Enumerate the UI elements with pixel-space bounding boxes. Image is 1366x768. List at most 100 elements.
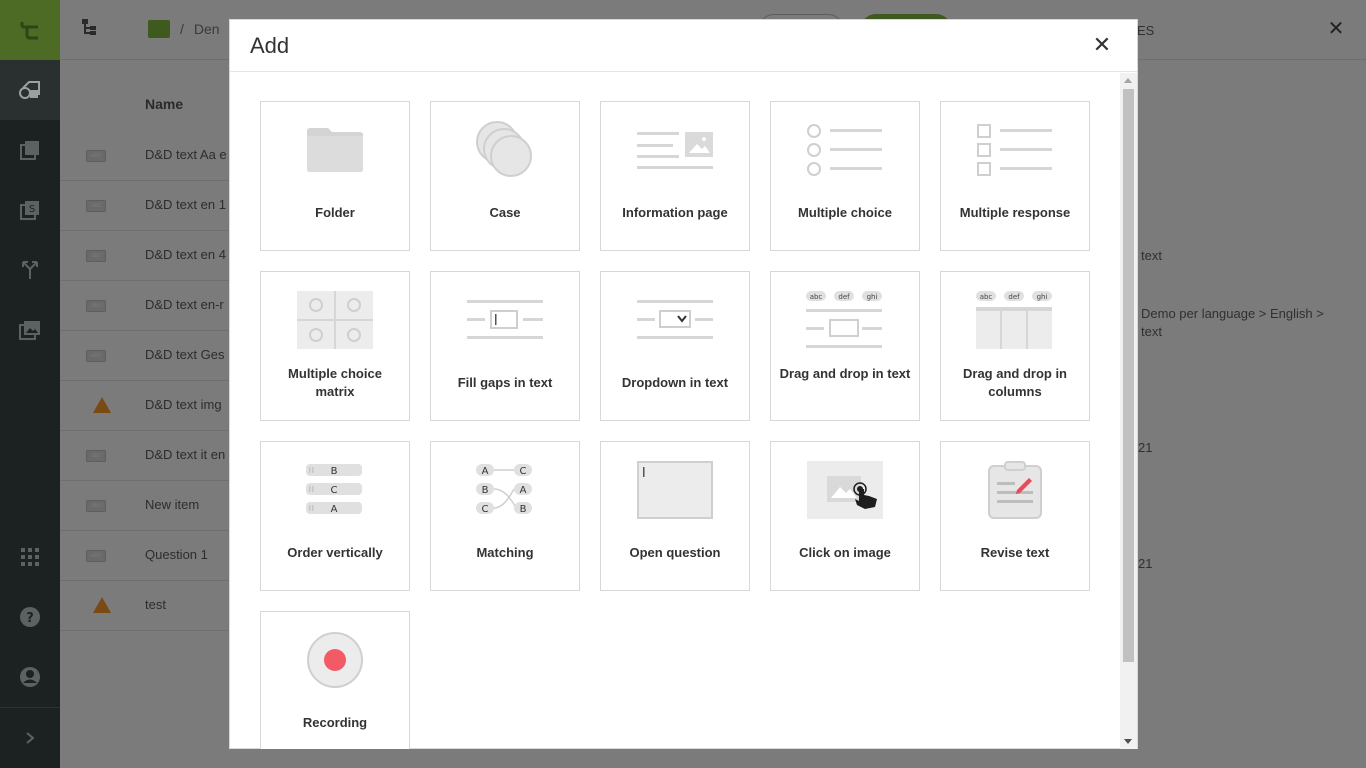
tile-click-on-image[interactable]: Click on image bbox=[770, 441, 920, 591]
information-page-icon bbox=[601, 118, 749, 182]
table-row[interactable]: abc D&D text it en bbox=[60, 431, 230, 481]
tile-open-question[interactable]: Open question bbox=[600, 441, 750, 591]
help-icon: ? bbox=[20, 607, 40, 627]
sidebar-item-tests[interactable] bbox=[0, 120, 60, 180]
tile-dropdown-in-text[interactable]: Dropdown in text bbox=[600, 271, 750, 421]
dropdown-in-text-icon bbox=[601, 288, 749, 352]
tile-label: Multiple response bbox=[959, 205, 1071, 220]
row-label: D&D text Ges bbox=[145, 347, 225, 362]
table-row[interactable]: abc Question 1 bbox=[60, 531, 230, 581]
tile-multiple-choice-matrix[interactable]: Multiple choice matrix bbox=[260, 271, 410, 421]
drag-drop-columns-icon: abc def ghi bbox=[941, 288, 1089, 352]
user-icon bbox=[20, 667, 40, 687]
token-text: ghi bbox=[867, 293, 878, 301]
table-row[interactable]: abc New item bbox=[60, 481, 230, 531]
column-header-name[interactable]: Name bbox=[145, 96, 183, 112]
text-item-icon: abc bbox=[86, 150, 106, 162]
token-text: ghi bbox=[1037, 293, 1048, 301]
tile-multiple-choice[interactable]: Multiple choice bbox=[770, 101, 920, 251]
table-row[interactable]: abc D&D text en-r bbox=[60, 281, 230, 331]
revise-text-icon bbox=[941, 458, 1089, 522]
tests-icon bbox=[20, 141, 39, 160]
tile-label: Drag and drop in text bbox=[779, 366, 911, 381]
sidebar-item-help[interactable]: ? bbox=[0, 587, 60, 647]
match-left: C bbox=[482, 504, 489, 515]
breadcrumb: / Den bbox=[148, 20, 220, 38]
table-row[interactable]: D&D text img bbox=[60, 381, 230, 431]
sidebar-expand[interactable] bbox=[0, 707, 60, 768]
tile-matching[interactable]: A B C C A B Matching bbox=[430, 441, 580, 591]
scroll-down-arrow[interactable] bbox=[1124, 739, 1132, 744]
folder-icon[interactable] bbox=[148, 20, 170, 38]
table-row[interactable]: test bbox=[60, 581, 230, 631]
sidebar-item-sessions[interactable]: S bbox=[0, 180, 60, 240]
svg-text:?: ? bbox=[26, 611, 34, 626]
tile-label: Click on image bbox=[799, 545, 891, 560]
dialog-scrollbar[interactable] bbox=[1120, 73, 1137, 749]
order-item: B bbox=[331, 466, 338, 477]
svg-text:S: S bbox=[29, 204, 35, 215]
token-text: abc bbox=[980, 293, 993, 301]
text-item-icon: abc bbox=[86, 500, 106, 512]
scroll-up-arrow[interactable] bbox=[1124, 78, 1132, 83]
tile-fill-gaps[interactable]: Fill gaps in text bbox=[430, 271, 580, 421]
tile-label: Matching bbox=[476, 545, 534, 560]
multiple-choice-matrix-icon bbox=[261, 288, 409, 352]
tile-case[interactable]: Case bbox=[430, 101, 580, 251]
tile-label: Fill gaps in text bbox=[457, 375, 553, 390]
tile-recording[interactable]: Recording bbox=[260, 611, 410, 749]
add-dialog: Add ✕ Folder Case Information page Multi… bbox=[229, 19, 1138, 749]
warning-icon bbox=[93, 597, 111, 613]
close-icon[interactable]: ✕ bbox=[1326, 19, 1346, 39]
breadcrumb-folder-name[interactable]: Den bbox=[194, 21, 220, 37]
right-panel-path-line2: text bbox=[1141, 324, 1162, 339]
routes-icon bbox=[22, 261, 38, 279]
order-item: C bbox=[331, 485, 338, 496]
right-panel-fragment: text bbox=[1141, 248, 1162, 263]
match-right: C bbox=[520, 466, 527, 477]
sidebar-item-routes[interactable] bbox=[0, 240, 60, 300]
text-item-icon: abc bbox=[86, 200, 106, 212]
row-label: D&D text en 1 bbox=[145, 197, 226, 212]
tile-label: Revise text bbox=[980, 545, 1050, 560]
token-text: def bbox=[1008, 293, 1020, 301]
tile-label: Multiple choice bbox=[798, 205, 892, 220]
tile-multiple-response[interactable]: Multiple response bbox=[940, 101, 1090, 251]
tile-label: Folder bbox=[315, 205, 355, 220]
sidebar-item-account[interactable] bbox=[0, 647, 60, 707]
right-panel-heading: ES bbox=[1137, 23, 1155, 38]
multiple-choice-icon bbox=[771, 118, 919, 182]
tile-label: Drag and drop in columns bbox=[963, 366, 1067, 399]
text-item-icon: abc bbox=[86, 450, 106, 462]
table-row[interactable]: abc D&D text Ges bbox=[60, 331, 230, 381]
table-row[interactable]: abc D&D text Aa e bbox=[60, 131, 230, 181]
close-button[interactable]: ✕ bbox=[1092, 33, 1112, 57]
table-row[interactable]: abc D&D text en 1 bbox=[60, 181, 230, 231]
multiple-response-icon bbox=[941, 118, 1089, 182]
tile-order-vertically[interactable]: B C A Order vertically bbox=[260, 441, 410, 591]
match-left: A bbox=[482, 466, 489, 477]
scrollbar-thumb[interactable] bbox=[1123, 89, 1134, 662]
app-logo[interactable] bbox=[0, 0, 60, 60]
fill-gaps-icon bbox=[431, 288, 579, 352]
dialog-title: Add bbox=[250, 33, 290, 58]
token-text: abc bbox=[810, 293, 823, 301]
tree-view-icon[interactable] bbox=[80, 18, 98, 41]
tile-drag-drop-columns[interactable]: abc def ghi Drag and drop in columns bbox=[940, 271, 1090, 421]
sidebar-item-media[interactable] bbox=[0, 300, 60, 360]
tile-information-page[interactable]: Information page bbox=[600, 101, 750, 251]
table-row[interactable]: abc D&D text en 4 bbox=[60, 231, 230, 281]
sidebar-item-apps[interactable] bbox=[0, 527, 60, 587]
drag-drop-text-icon: abc def ghi bbox=[771, 288, 919, 352]
tile-revise-text[interactable]: Revise text bbox=[940, 441, 1090, 591]
order-vertically-icon: B C A bbox=[261, 458, 409, 522]
tile-label: Open question bbox=[629, 545, 721, 560]
tile-drag-drop-text[interactable]: abc def ghi Drag and drop in text bbox=[770, 271, 920, 421]
sidebar-item-items[interactable] bbox=[0, 60, 60, 120]
text-item-icon: abc bbox=[86, 250, 106, 262]
sidebar: S ? bbox=[0, 0, 60, 768]
items-icon bbox=[19, 81, 40, 99]
tile-folder[interactable]: Folder bbox=[260, 101, 410, 251]
breadcrumb-separator: / bbox=[180, 21, 184, 37]
order-item: A bbox=[331, 504, 338, 515]
